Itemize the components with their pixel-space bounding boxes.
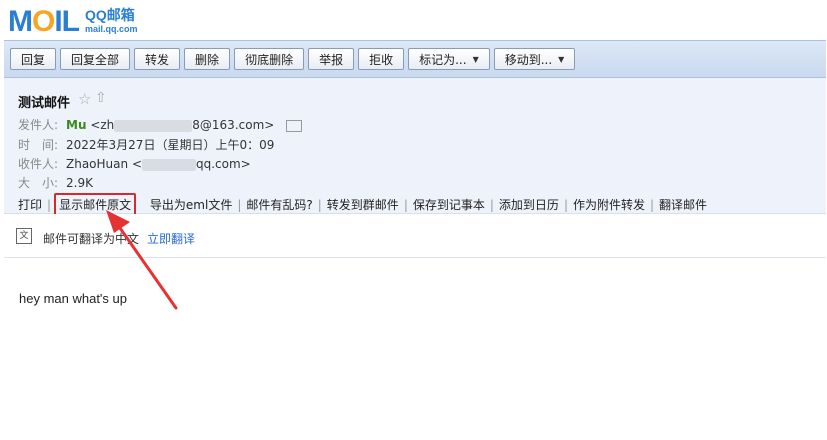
forward-button[interactable]: 转发: [134, 48, 181, 70]
reject-button[interactable]: 拒收: [358, 48, 405, 70]
from-row: 发件人: Mu <zh 8@163.com>: [18, 116, 303, 133]
sender-address-suffix: 8@163.com>: [192, 118, 275, 132]
size-value: 2.9K: [66, 176, 93, 190]
to-row: 收件人: ZhaoHuan < qq.com>: [18, 155, 251, 172]
delete-permanently-button[interactable]: 彻底删除: [234, 48, 305, 70]
mark-as-dropdown[interactable]: 标记为... ▼: [408, 48, 490, 70]
translate-now-link[interactable]: 立即翻译: [147, 232, 195, 246]
translate-icon: 文: [16, 228, 32, 244]
chevron-down-icon: ▼: [472, 54, 479, 64]
recipient-name[interactable]: ZhaoHuan: [66, 157, 128, 171]
from-label: 发件人:: [18, 118, 59, 132]
sender-name[interactable]: Mu: [66, 118, 86, 132]
sender-address-prefix: <zh: [90, 118, 115, 132]
size-row: 大 小: 2.9K: [18, 174, 93, 191]
mail-subject: 测试邮件: [18, 96, 71, 111]
show-source-link[interactable]: 显示邮件原文: [59, 198, 131, 212]
add-calendar-link[interactable]: 添加到日历: [499, 198, 559, 212]
show-source-highlight: 显示邮件原文: [54, 193, 137, 216]
time-row: 时 间: 2022年3月27日（星期日）上午0：09: [18, 136, 274, 153]
translate-text: 邮件可翻译为中文 立即翻译: [43, 230, 195, 247]
garbled-link[interactable]: 邮件有乱码?: [246, 198, 312, 212]
logo-name: QQ邮箱: [85, 7, 135, 23]
mail-toolbar: 回复 回复全部 转发 删除 彻底删除 举报 拒收 标记为... ▼ 移动到... ▼: [4, 40, 826, 78]
mail-actions: 打印 | 显示邮件原文 导出为eml文件 | 邮件有乱码? | 转发到群邮件 | 保存到记事本 |…: [18, 193, 707, 216]
mark-as-label: 标记为...: [419, 52, 467, 67]
reply-all-button[interactable]: 回复全部: [60, 48, 131, 70]
star-icon[interactable]: ☆: [78, 90, 91, 108]
delete-button[interactable]: 删除: [184, 48, 231, 70]
reply-button[interactable]: 回复: [10, 48, 57, 70]
forward-group-link[interactable]: 转发到群邮件: [327, 198, 399, 212]
move-to-label: 移动到...: [504, 52, 553, 67]
redacted-block: [142, 158, 196, 171]
recipient-address-suffix: qq.com>: [196, 157, 251, 171]
translate-mail-link[interactable]: 翻译邮件: [659, 198, 707, 212]
move-to-dropdown[interactable]: 移动到... ▼: [493, 48, 576, 70]
mail-header: 测试邮件 ☆ ⇧ 发件人: Mu <zh 8@163.com> 时 间: 2022年3…: [4, 78, 826, 216]
time-label: 时 间:: [18, 138, 59, 152]
redacted-block: [114, 119, 193, 132]
translate-bar: 文 邮件可翻译为中文 立即翻译: [4, 214, 826, 258]
time-value: 2022年3月27日（星期日）上午0：09: [66, 138, 275, 152]
export-eml-link[interactable]: 导出为eml文件: [150, 198, 232, 212]
recipient-address-prefix: <: [131, 157, 142, 171]
forward-attachment-link[interactable]: 作为附件转发: [573, 198, 645, 212]
report-button[interactable]: 举报: [308, 48, 355, 70]
qq-mail-logo[interactable]: MOIL QQ邮箱 mail.qq.com: [8, 6, 138, 38]
to-label: 收件人:: [18, 157, 59, 171]
chevron-down-icon: ▼: [558, 54, 565, 64]
print-link[interactable]: 打印: [18, 198, 42, 212]
size-label: 大 小:: [18, 176, 59, 190]
priority-icon[interactable]: ⇧: [95, 90, 107, 106]
logo-mark: MOIL: [8, 5, 80, 38]
save-note-link[interactable]: 保存到记事本: [413, 198, 485, 212]
contact-card-icon[interactable]: [286, 119, 303, 132]
logo-domain: mail.qq.com: [85, 24, 138, 34]
mail-body-text: hey man what's up: [19, 291, 127, 306]
translate-message: 邮件可翻译为中文: [43, 232, 140, 246]
